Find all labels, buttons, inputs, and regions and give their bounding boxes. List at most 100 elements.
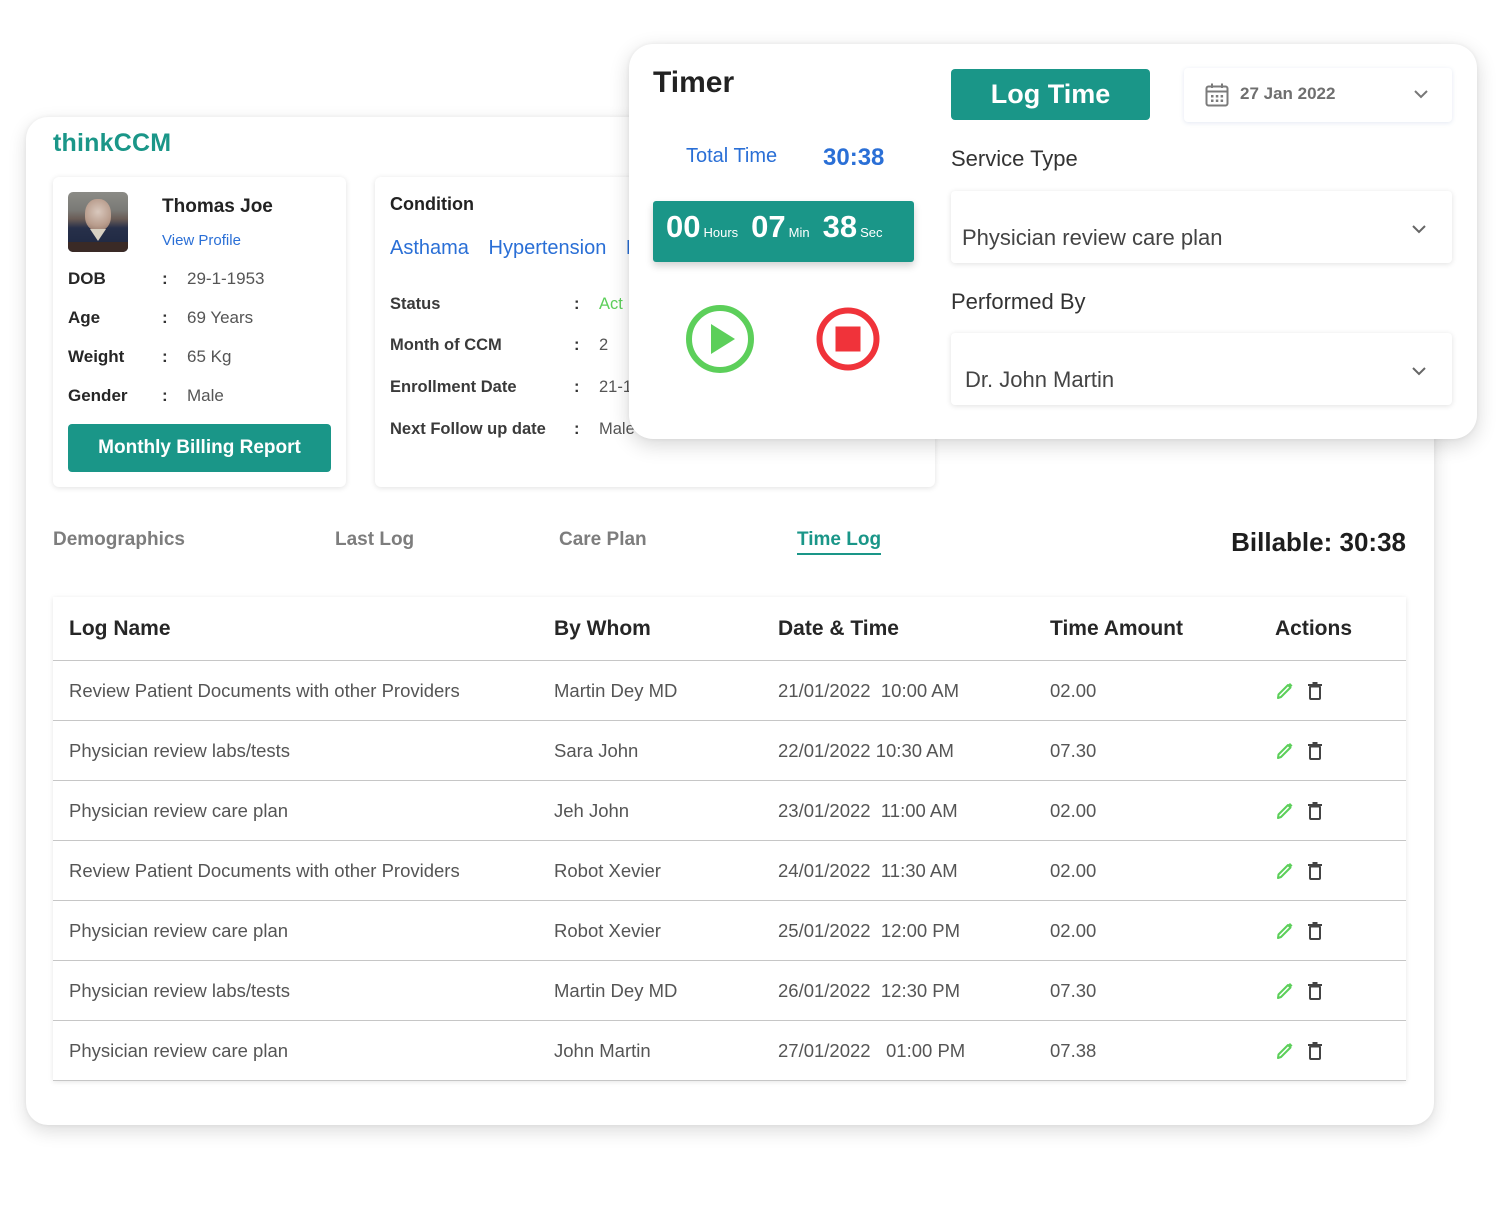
condition-tags: Asthama Hypertension D [390,237,654,260]
separator: : [574,420,580,438]
date-time-cell: 27/01/2022 01:00 PM [778,1039,966,1061]
tab-demographics[interactable]: Demographics [53,529,185,551]
actions-cell [1275,921,1325,941]
chevron-down-icon [1412,367,1426,376]
table-row: Physician review labs/tests Sara John 22/0… [53,721,1406,781]
age-label: Age [68,308,101,327]
patient-avatar [68,192,128,252]
performed-by-label: Performed By [951,289,1086,314]
delete-button[interactable] [1307,921,1325,941]
pencil-icon [1275,1042,1293,1065]
column-header-time-amount: Time Amount [1050,616,1184,640]
pencil-icon [1275,862,1293,885]
total-time-value: 30:38 [823,144,885,171]
condition-title: Condition [390,194,474,214]
date-picker[interactable]: 27 Jan 2022 [1184,68,1452,122]
play-button[interactable] [685,304,755,374]
weight-value: 65 Kg [187,347,232,366]
actions-cell [1275,681,1325,701]
edit-button[interactable] [1275,861,1293,881]
delete-button[interactable] [1307,981,1325,1001]
log-time-button[interactable]: Log Time [951,69,1150,120]
log-name-cell: Physician review labs/tests [69,739,291,761]
pencil-icon [1275,682,1293,705]
chevron-down-icon [1414,90,1428,99]
enrollment-date-label: Enrollment Date [390,378,517,396]
performed-by-select[interactable]: Dr. John Martin [951,333,1452,405]
log-name-cell: Review Patient Documents with other Prov… [69,679,460,701]
timer-title: Timer [653,66,735,99]
log-name-cell: Physician review labs/tests [69,979,291,1001]
table-header: Log Name By Whom Date & Time Time Amount… [53,597,1406,661]
condition-tag[interactable]: Hypertension [489,237,607,259]
seconds-value: 38 [822,209,858,244]
enrollment-date-value: 21-1 [599,378,633,396]
status-label: Status [390,295,441,313]
column-header-by-whom: By Whom [554,616,651,640]
gender-label: Gender [68,386,128,405]
date-time-cell: 21/01/2022 10:00 AM [778,679,960,701]
by-whom-cell: Jeh John [554,799,630,821]
edit-button[interactable] [1275,681,1293,701]
column-header-actions: Actions [1275,616,1353,640]
pencil-icon [1275,982,1293,1005]
service-type-select[interactable]: Physician review care plan [951,191,1452,263]
date-time-cell: 25/01/2022 12:00 PM [778,919,961,941]
tab-care-plan[interactable]: Care Plan [559,529,647,551]
delete-button[interactable] [1307,681,1325,701]
timer-panel: Timer Total Time 30:38 00 Hours 07 Min 3… [629,44,1477,439]
tab-time-log[interactable]: Time Log [797,529,882,555]
trash-icon [1307,801,1323,825]
separator: : [162,308,168,327]
edit-button[interactable] [1275,981,1293,1001]
service-type-value: Physician review care plan [962,225,1223,250]
delete-button[interactable] [1307,801,1325,821]
condition-tag[interactable]: Asthama [390,237,469,259]
table-row: Physician review care plan Robot Xevier 25… [53,901,1406,961]
log-name-cell: Physician review care plan [69,1039,289,1061]
column-header-log-name: Log Name [69,616,171,640]
actions-cell [1275,981,1325,1001]
time-amount-cell: 07.38 [1050,1039,1097,1061]
edit-button[interactable] [1275,1041,1293,1061]
seconds-unit: Sec [860,225,883,240]
selected-date: 27 Jan 2022 [1240,84,1336,103]
by-whom-cell: Martin Dey MD [554,979,678,1001]
monthly-billing-report-button[interactable]: Monthly Billing Report [68,424,331,472]
separator: : [162,269,168,288]
actions-cell [1275,741,1325,761]
by-whom-cell: Martin Dey MD [554,679,678,701]
stop-button[interactable] [816,307,880,371]
status-value: Act [599,295,623,313]
age-value: 69 Years [187,308,254,327]
view-profile-link[interactable]: View Profile [162,232,241,249]
edit-button[interactable] [1275,741,1293,761]
minutes-unit: Min [788,225,810,240]
delete-button[interactable] [1307,741,1325,761]
trash-icon [1307,741,1323,765]
trash-icon [1307,681,1323,705]
patient-name: Thomas Joe [162,196,273,217]
patient-profile-card: Thomas Joe View Profile DOB : 29-1-1953 … [53,177,346,487]
dob-label: DOB [68,269,106,288]
time-amount-cell: 02.00 [1050,799,1097,821]
delete-button[interactable] [1307,861,1325,881]
play-icon [686,305,754,373]
tab-last-log[interactable]: Last Log [335,529,414,551]
weight-label: Weight [68,347,125,366]
pencil-icon [1275,922,1293,945]
time-amount-cell: 02.00 [1050,919,1097,941]
hours-value: 00 [666,209,701,244]
table-row: Physician review labs/tests Martin Dey MD… [53,961,1406,1021]
elapsed-time-display: 00 Hours 07 Min 38 Sec [653,201,914,262]
date-time-cell: 24/01/2022 11:30 AM [778,859,958,881]
hours-unit: Hours [703,225,739,240]
by-whom-cell: Robot Xevier [554,859,661,881]
time-amount-cell: 02.00 [1050,859,1097,881]
edit-button[interactable] [1275,921,1293,941]
column-header-date-time: Date & Time [778,616,899,640]
delete-button[interactable] [1307,1041,1325,1061]
edit-button[interactable] [1275,801,1293,821]
date-time-cell: 22/01/2022 10:30 AM [778,739,954,761]
separator: : [574,295,580,313]
